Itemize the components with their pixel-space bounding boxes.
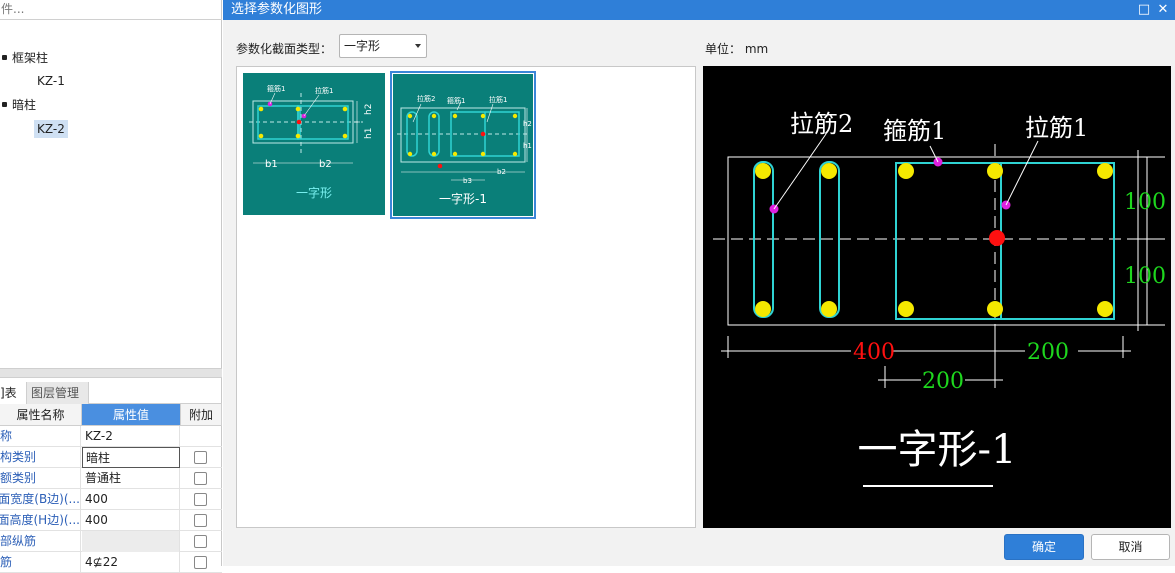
preview-dim-right: 200 — [1027, 340, 1069, 365]
left-panel: 件... 框架柱 KZ-1 暗柱 KZ-2 ]表 图层管理 属性名称 属性值 附… — [0, 0, 222, 573]
property-tabs: ]表 图层管理 — [0, 382, 222, 404]
property-name: 构类别 — [0, 447, 81, 468]
dialog-title: 选择参数化图形 — [223, 0, 1175, 20]
property-name: 部纵筋 — [0, 531, 81, 552]
preview-label-tie2: 拉筋2 — [790, 110, 853, 138]
preview-dim-h-top: 100 — [1124, 190, 1166, 215]
thumb-label-h1: h1 — [364, 128, 374, 139]
property-name: 称 — [0, 426, 81, 447]
tree-leaf-kz1[interactable]: KZ-1 — [37, 73, 65, 89]
extra-checkbox[interactable] — [194, 493, 207, 506]
thumb-label-b2: b2 — [319, 159, 332, 170]
shape-thumbnail-yizi-1[interactable]: 拉筋2 箍筋1 拉筋1 h2 h1 b3 b2 一字形-1 — [390, 71, 536, 219]
thumb-label-hoop: 箍筋1 — [267, 84, 285, 93]
section-type-label: 参数化截面类型： — [236, 42, 333, 56]
tab-property-list[interactable]: ]表 — [0, 382, 27, 404]
search-input[interactable]: 件... — [0, 0, 222, 20]
tree-expander-icon[interactable] — [2, 55, 7, 60]
tree-node-hidden-column[interactable]: 暗柱 — [12, 97, 36, 113]
tree-expander-icon[interactable] — [2, 102, 7, 107]
property-name: 面宽度(B边)(... — [0, 489, 81, 510]
property-row[interactable]: 部纵筋 — [0, 531, 222, 552]
extra-checkbox[interactable] — [194, 451, 207, 464]
property-name: 筋 — [0, 552, 81, 573]
property-value[interactable]: KZ-2 — [82, 426, 180, 447]
preview-label-tie1: 拉筋1 — [1025, 114, 1088, 142]
property-row[interactable]: 筋 4⊈22 — [0, 552, 222, 573]
extra-checkbox[interactable] — [194, 514, 207, 527]
property-row[interactable]: 面高度(H边)(... 400 — [0, 510, 222, 531]
property-name-text: 额类别 — [0, 471, 37, 485]
property-extra — [181, 426, 222, 447]
preview-dim-total: 400 — [853, 340, 895, 365]
thumb-label-tie2: 拉筋2 — [417, 94, 435, 103]
thumb-label-h2: h2 — [364, 104, 374, 115]
shape-thumbnail-yizi[interactable]: 箍筋1 拉筋1 h1 h2 b1 b2 一字形 — [241, 71, 387, 219]
tree-node-frame-column[interactable]: 框架柱 — [12, 50, 48, 66]
property-value[interactable]: 400 — [82, 489, 180, 510]
close-icon[interactable]: ✕ — [1154, 0, 1172, 20]
preview-dim-inner: 200 — [922, 369, 964, 394]
property-value[interactable]: 暗柱 — [82, 447, 180, 468]
parametric-shape-dialog: 选择参数化图形 □ ✕ 参数化截面类型： 一字形 单位： mm 箍筋1 拉筋1 … — [223, 0, 1175, 566]
property-value[interactable]: 400 — [82, 510, 180, 531]
preview-drawing: 拉筋2 箍筋1 拉筋1 100 100 400 200 200 一字形-1 — [713, 110, 1166, 487]
thumbnail-drawing: 箍筋1 拉筋1 h1 h2 b1 b2 一字形 — [243, 73, 385, 215]
thumb-label-tie1: 拉筋1 — [489, 95, 507, 104]
property-extra — [181, 447, 222, 468]
column-header-name: 属性名称 — [0, 404, 82, 426]
property-extra — [181, 510, 222, 531]
ok-button[interactable]: 确定 — [1004, 534, 1084, 560]
extra-checkbox[interactable] — [194, 535, 207, 548]
property-row[interactable]: 称 KZ-2 — [0, 426, 222, 447]
property-value[interactable] — [82, 531, 180, 552]
property-extra — [181, 552, 222, 573]
cancel-button[interactable]: 取消 — [1091, 534, 1170, 560]
property-value[interactable]: 普通柱 — [82, 468, 180, 489]
thumbnail-drawing: 拉筋2 箍筋1 拉筋1 h2 h1 b3 b2 一字形-1 — [393, 74, 533, 216]
property-name-text: 筋 — [0, 555, 13, 569]
property-name: 额类别 — [0, 468, 81, 489]
thumb-caption: 一字形-1 — [439, 191, 487, 206]
extra-checkbox[interactable] — [194, 556, 207, 569]
property-name-text: 构类别 — [0, 450, 37, 464]
shape-preview: 拉筋2 箍筋1 拉筋1 100 100 400 200 200 一字形-1 — [703, 66, 1171, 528]
tree-leaf-kz2[interactable]: KZ-2 — [34, 120, 68, 138]
property-name-text: 面高度(H边)(... — [0, 513, 80, 527]
property-row[interactable]: 额类别 普通柱 — [0, 468, 222, 489]
extra-checkbox[interactable] — [194, 472, 207, 485]
property-row[interactable]: 面宽度(B边)(... 400 — [0, 489, 222, 510]
thumb-label-b2: b2 — [497, 168, 506, 176]
property-extra — [181, 489, 222, 510]
panel-splitter[interactable] — [0, 368, 222, 378]
preview-label-hoop1: 箍筋1 — [883, 117, 946, 145]
property-value[interactable]: 4⊈22 — [82, 552, 180, 573]
maximize-icon[interactable]: □ — [1135, 0, 1153, 20]
thumb-label-b3: b3 — [463, 177, 472, 185]
thumb-label-tie: 拉筋1 — [315, 86, 333, 95]
unit-label: 单位： mm — [705, 42, 769, 56]
property-name-text: 面宽度(B边)(... — [0, 492, 80, 506]
tab-layer-management[interactable]: 图层管理 — [27, 382, 89, 404]
thumb-caption: 一字形 — [296, 185, 332, 200]
section-type-value: 一字形 — [344, 39, 381, 53]
property-name-text: 部纵筋 — [0, 534, 37, 548]
shape-gallery: 箍筋1 拉筋1 h1 h2 b1 b2 一字形 拉筋2 箍筋1 拉筋1 h2 h… — [236, 66, 696, 528]
column-header-extra: 附加 — [181, 404, 222, 426]
thumb-label-h1: h1 — [523, 142, 532, 150]
preview-caption: 一字形-1 — [858, 427, 1017, 473]
property-extra — [181, 531, 222, 552]
thumb-label-hoop: 箍筋1 — [447, 96, 465, 105]
column-header-value: 属性值 — [82, 404, 181, 426]
preview-dim-h-bottom: 100 — [1124, 264, 1166, 289]
section-type-select[interactable]: 一字形 — [339, 34, 427, 58]
thumb-label-h2: h2 — [523, 120, 532, 128]
chevron-down-icon — [415, 44, 421, 48]
property-extra — [181, 468, 222, 489]
property-name-text: 称 — [0, 429, 13, 443]
property-row[interactable]: 构类别 暗柱 — [0, 447, 222, 468]
property-name: 面高度(H边)(... — [0, 510, 81, 531]
thumb-label-b1: b1 — [265, 159, 278, 170]
